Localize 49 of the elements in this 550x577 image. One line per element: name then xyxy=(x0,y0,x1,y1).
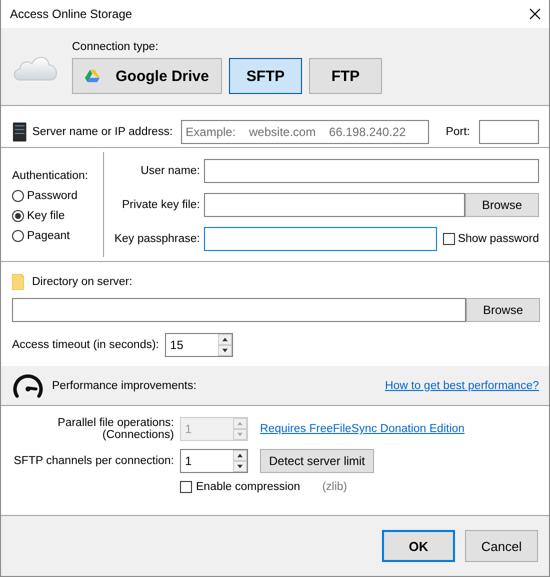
connection-type-label: Connection type: xyxy=(72,41,160,53)
connection-type-button[interactable]: SFTP xyxy=(229,58,302,94)
spin-box[interactable]: 1 xyxy=(180,449,248,473)
field-label: Key passphrase: xyxy=(113,233,200,245)
window-title: Access Online Storage xyxy=(10,7,132,21)
field-label: User name: xyxy=(140,165,200,177)
dialog-button[interactable]: OK xyxy=(382,530,455,562)
radio-label[interactable]: Key file xyxy=(27,210,65,222)
close-icon[interactable] xyxy=(529,8,541,20)
gauge-icon xyxy=(12,374,44,398)
server-label: Server name or IP address: xyxy=(32,126,173,138)
spin-box[interactable]: 15 xyxy=(165,333,234,357)
checkbox[interactable] xyxy=(180,481,192,493)
directory-field[interactable] xyxy=(12,298,466,322)
text-field[interactable] xyxy=(204,159,539,183)
text-field[interactable] xyxy=(204,193,465,217)
spin-down-icon[interactable] xyxy=(233,461,247,472)
port-label: Port: xyxy=(446,126,470,138)
directory-label: Directory on server: xyxy=(32,276,132,288)
authentication-label: Authentication: xyxy=(12,170,90,182)
radio-label[interactable]: Pageant xyxy=(27,230,70,242)
radio-label[interactable]: Password xyxy=(27,190,78,202)
performance-link[interactable]: How to get best performance? xyxy=(384,380,539,392)
connection-type-button[interactable]: Google Drive xyxy=(72,58,222,94)
server-field[interactable]: Example: website.com 66.198.240.22 xyxy=(180,120,429,144)
text-field[interactable] xyxy=(204,227,437,251)
spin-up-icon[interactable] xyxy=(233,450,247,461)
radio-button[interactable] xyxy=(12,190,24,202)
spin-up-icon[interactable] xyxy=(218,334,232,345)
server-icon xyxy=(12,120,28,142)
spin-down-icon[interactable] xyxy=(218,345,232,356)
channels-label: SFTP channels per connection: xyxy=(13,455,174,467)
browse-button[interactable]: Browse xyxy=(465,193,539,217)
checkbox-label[interactable]: Show password xyxy=(458,233,539,245)
radio-button[interactable] xyxy=(12,230,24,242)
folder-icon xyxy=(12,274,24,290)
checkbox[interactable] xyxy=(442,233,455,245)
detect-limit-button[interactable]: Detect server limit xyxy=(260,449,374,473)
compression-note: (zlib) xyxy=(322,481,348,493)
connection-type-button[interactable]: FTP xyxy=(309,58,382,94)
port-field[interactable] xyxy=(479,120,539,144)
checkbox-label[interactable]: Enable compression xyxy=(196,481,300,493)
radio-button[interactable] xyxy=(12,210,24,222)
dialog-button[interactable]: Cancel xyxy=(465,530,538,562)
performance-label: Performance improvements: xyxy=(52,380,198,392)
field-label: Private key file: xyxy=(121,199,200,211)
parallel-label: Parallel file operations: (Connections) xyxy=(56,417,174,441)
browse-button[interactable]: Browse xyxy=(466,298,540,322)
timeout-label: Access timeout (in seconds): xyxy=(12,339,160,351)
